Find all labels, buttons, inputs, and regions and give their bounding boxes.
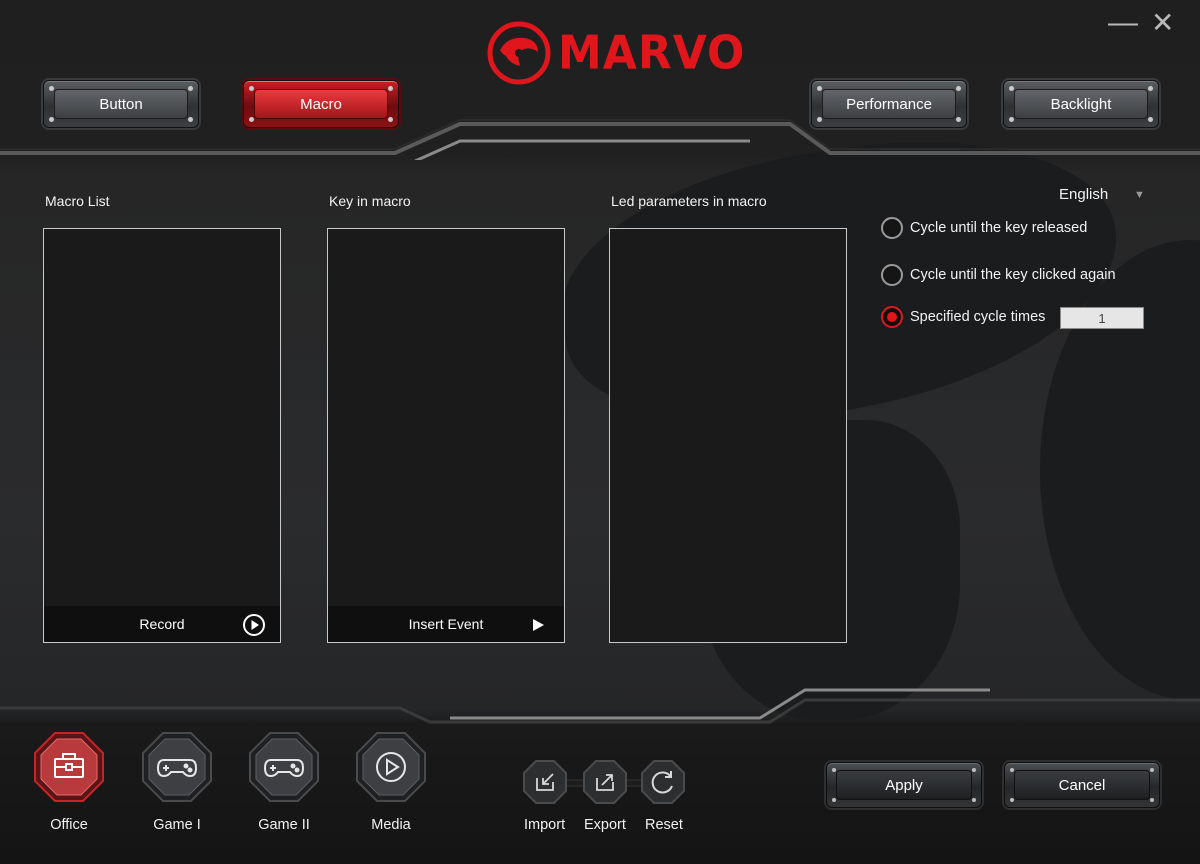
footer-frame — [0, 688, 1200, 724]
profile-media-label: Media — [371, 817, 411, 833]
reset-button[interactable] — [641, 760, 685, 804]
profile-game2-button[interactable] — [249, 732, 319, 802]
profile-media-button[interactable] — [356, 732, 426, 802]
record-play-icon[interactable] — [242, 613, 266, 637]
macro-list-panel[interactable]: Record — [43, 228, 281, 643]
apply-button[interactable]: Apply — [826, 762, 982, 808]
export-button[interactable] — [583, 760, 627, 804]
import-label: Import — [524, 817, 566, 833]
insert-event-bar[interactable]: Insert Event — [328, 606, 564, 642]
cycle-count-input[interactable] — [1060, 307, 1144, 329]
profile-game2-label: Game II — [258, 817, 310, 833]
radio-cycle-released[interactable] — [881, 217, 903, 239]
radio-cycle-clicked[interactable] — [881, 264, 903, 286]
tab-backlight-label: Backlight — [1014, 89, 1148, 119]
marvo-logo-icon — [487, 21, 551, 85]
tab-button-label: Button — [54, 89, 188, 119]
led-params-panel[interactable] — [609, 228, 847, 643]
macro-list-label: Macro List — [45, 193, 110, 209]
tab-macro[interactable]: Macro — [243, 80, 399, 128]
led-params-label: Led parameters in macro — [611, 193, 767, 209]
tab-performance[interactable]: Performance — [811, 80, 967, 128]
radio-specified-cycle[interactable] — [881, 306, 903, 328]
tab-macro-label: Macro — [254, 89, 388, 119]
cancel-label: Cancel — [1014, 770, 1150, 800]
reset-label: Reset — [645, 817, 683, 833]
profile-game1-label: Game I — [153, 817, 201, 833]
tab-button[interactable]: Button — [43, 80, 199, 128]
cancel-button[interactable]: Cancel — [1004, 762, 1160, 808]
profile-office-button[interactable] — [34, 732, 104, 802]
record-label: Record — [139, 616, 185, 632]
app-window: — ✕ MARVO Button Macro Performance Backl… — [0, 0, 1200, 864]
tab-backlight[interactable]: Backlight — [1003, 80, 1159, 128]
profile-game1-button[interactable] — [142, 732, 212, 802]
cycle-clicked-label: Cycle until the key clicked again — [910, 267, 1116, 283]
import-button[interactable] — [523, 760, 567, 804]
specified-cycle-label: Specified cycle times — [910, 309, 1046, 325]
profile-office-label: Office — [50, 817, 88, 833]
language-select[interactable]: English — [1059, 186, 1108, 203]
brand-name: MARVO — [558, 26, 746, 80]
chevron-down-icon[interactable]: ▼ — [1134, 189, 1145, 201]
key-in-macro-panel[interactable]: Insert Event — [327, 228, 565, 643]
close-button[interactable]: ✕ — [1151, 8, 1174, 38]
record-bar[interactable]: Record — [44, 606, 280, 642]
minimize-button[interactable]: — — [1108, 8, 1138, 38]
tab-performance-label: Performance — [822, 89, 956, 119]
apply-label: Apply — [836, 770, 972, 800]
cycle-released-label: Cycle until the key released — [910, 220, 1088, 236]
export-label: Export — [584, 817, 626, 833]
key-in-macro-label: Key in macro — [329, 193, 411, 209]
insert-event-label: Insert Event — [408, 616, 484, 632]
brand-logo: MARVO — [486, 20, 745, 86]
play-arrow-icon[interactable] — [526, 613, 550, 637]
